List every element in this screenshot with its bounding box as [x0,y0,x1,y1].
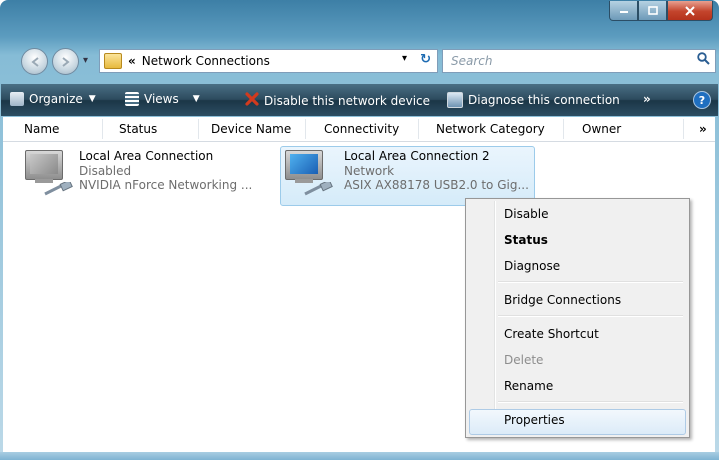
diagnose-icon [447,92,463,108]
connection-status: Disabled [79,164,132,178]
connection-item-local-area-connection-2[interactable]: Local Area Connection 2 Network ASIX AX8… [280,146,535,206]
diagnose-label: Diagnose this connection [468,93,620,107]
connection-status: Network [344,164,395,178]
organize-dropdown-icon: ▼ [88,94,96,104]
address-input[interactable]: « Network Connections ▾ ↻ [99,49,438,73]
menu-item-rename[interactable]: Rename [504,379,553,393]
search-placeholder: Search [451,54,493,68]
network-folder-icon [104,53,122,69]
back-arrow-icon [30,56,39,67]
column-status[interactable]: Status [119,122,157,136]
menu-item-bridge-connections[interactable]: Bridge Connections [504,293,621,307]
connection-name: Local Area Connection [79,149,214,163]
network-connection-icon [285,150,335,200]
connection-device: NVIDIA nForce Networking ... [79,178,253,192]
organize-button[interactable]: Organize ▼ [10,92,96,106]
connection-device: ASIX AX88178 USB2.0 to Gig... [344,178,529,192]
disable-x-icon [245,92,259,109]
views-label: Views [144,92,179,106]
minimize-icon[interactable] [609,1,638,21]
menu-item-delete: Delete [504,353,544,367]
menu-highlight [469,409,686,435]
command-bar: Organize ▼ Views ▼ Disable this network … [1,84,718,116]
menu-item-create-shortcut[interactable]: Create Shortcut [504,327,599,341]
close-icon[interactable] [667,1,713,21]
forward-button[interactable] [52,48,79,75]
menu-item-disable[interactable]: Disable [504,207,549,221]
breadcrumb-network-connections[interactable]: Network Connections [142,54,270,68]
diagnose-button[interactable]: Diagnose this connection [447,92,620,108]
disable-device-label: Disable this network device [264,93,431,108]
address-dropdown-icon[interactable]: ▾ [402,53,407,64]
menu-item-status[interactable]: Status [504,233,548,247]
toolbar-more-button[interactable]: » [643,92,651,106]
menu-separator [498,281,683,283]
views-button[interactable]: Views ▼ [125,92,200,106]
refresh-icon[interactable]: ↻ [420,52,431,67]
menu-item-properties[interactable]: Properties [504,413,565,427]
menu-separator [498,401,683,403]
views-icon [125,92,139,106]
column-header-row: Name Status Device Name Connectivity Net… [3,117,715,142]
connection-item-local-area-connection[interactable]: Local Area Connection Disabled NVIDIA nF… [21,147,283,205]
breadcrumb-chevron[interactable]: « [128,54,136,68]
caption-buttons [609,1,713,21]
title-bar[interactable] [0,0,719,36]
maximize-icon[interactable] [638,1,667,21]
help-icon[interactable]: ? [693,91,711,109]
search-icon[interactable] [697,52,710,69]
bottom-border [0,452,719,460]
disable-device-button[interactable]: Disable this network device [245,92,430,109]
address-bar-area: ▾ « Network Connections ▾ ↻ Search [0,40,719,78]
column-network-category[interactable]: Network Category [436,122,545,136]
menu-item-diagnose[interactable]: Diagnose [504,259,560,273]
menu-gutter [494,201,496,433]
forward-arrow-icon [61,56,70,67]
organize-icon [10,92,24,106]
back-button[interactable] [21,48,48,75]
network-connection-icon [25,150,75,200]
menu-separator [498,315,683,317]
recent-pages-chevron-icon[interactable]: ▾ [83,55,88,66]
column-device-name[interactable]: Device Name [211,122,291,136]
column-name[interactable]: Name [24,122,59,136]
search-input[interactable]: Search [442,49,716,73]
context-menu: Disable Status Diagnose Bridge Connectio… [465,198,690,438]
connection-name: Local Area Connection 2 [344,149,490,163]
views-dropdown-icon: ▼ [192,94,200,104]
column-connectivity[interactable]: Connectivity [324,122,399,136]
column-owner[interactable]: Owner [582,122,621,136]
column-more[interactable]: » [699,122,707,136]
organize-label: Organize [29,92,83,106]
